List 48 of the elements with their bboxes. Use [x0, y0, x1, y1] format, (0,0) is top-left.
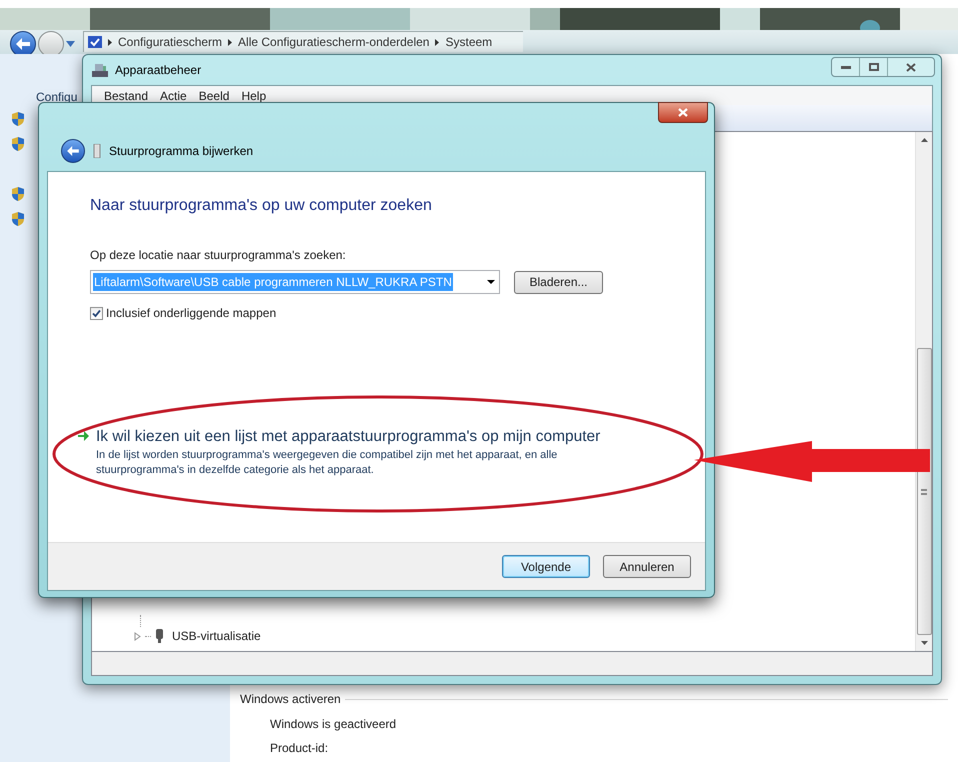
dialog-button[interactable]: Annuleren	[603, 555, 691, 578]
scroll-up-icon[interactable]	[920, 138, 928, 142]
breadcrumb-separator-icon	[435, 38, 440, 46]
page-heading: Naar stuurprogramma's op uw computer zoeken	[90, 196, 433, 216]
close-button[interactable]	[658, 102, 708, 123]
control-panel-icon	[88, 36, 102, 48]
checkbox[interactable]	[90, 306, 103, 320]
menu-item[interactable]: Beeld	[198, 86, 230, 104]
browse-button[interactable]: Bladeren...	[514, 270, 603, 294]
back-button[interactable]	[61, 139, 85, 163]
shield-icon	[12, 187, 24, 201]
arrow-left-icon	[16, 38, 30, 50]
scrollbar-thumb[interactable]	[916, 348, 932, 635]
breadcrumb-item[interactable]: Systeem	[445, 33, 492, 51]
scroll-down-icon[interactable]	[920, 641, 928, 645]
window-title: Apparaatbeheer	[115, 62, 202, 79]
breadcrumb-item[interactable]: Alle Configuratiescherm-onderdelen	[238, 33, 430, 51]
device-icon	[93, 144, 101, 158]
close-icon	[678, 108, 688, 117]
menu-item[interactable]: Actie	[160, 86, 187, 104]
tree-item[interactable]: USB-virtualisatie	[172, 627, 261, 645]
arrow-right-icon	[78, 431, 89, 441]
sidebar-heading: Configu	[36, 89, 78, 106]
shield-icon	[12, 212, 24, 226]
scrollbar[interactable]	[915, 132, 932, 651]
checkbox-label[interactable]: Inclusief onderliggende mappen	[106, 304, 276, 322]
shield-icon	[12, 137, 24, 151]
section-heading: Windows activeren	[240, 691, 341, 708]
path-label: Op deze locatie naar stuurprogramma's zoeken:	[90, 247, 347, 264]
activation-status: Windows is geactiveerd	[270, 716, 396, 733]
product-id-label: Product-id:	[270, 740, 328, 757]
expand-triangle-icon[interactable]	[134, 632, 141, 640]
shield-icon	[12, 112, 24, 126]
option-description: In de lijst worden stuurprogramma's weergegeven die compatibel zijn met het apparaat, en alle stuurprogramma's in dezelfde categorie als het apparaat.	[96, 448, 558, 478]
arrow-left-icon	[67, 146, 79, 156]
dialog-button[interactable]: Volgende	[502, 555, 590, 578]
dropdown-caret-icon[interactable]	[487, 280, 495, 284]
device-manager-icon	[91, 62, 109, 78]
breadcrumb-separator-icon	[108, 38, 112, 46]
close-icon	[906, 62, 916, 72]
breadcrumb-separator-icon	[228, 38, 232, 46]
usb-plug-icon	[155, 629, 164, 643]
breadcrumb-item[interactable]: Configuratiescherm	[118, 33, 222, 51]
option-link[interactable]: Ik wil kiezen uit een lijst met apparaatstuurprogramma's op mijn computer	[96, 426, 636, 447]
menu-item[interactable]: Bestand	[104, 86, 148, 104]
address-bar[interactable]: Configuratiescherm Alle Configuratiescherm-onderdelen Systeem	[83, 31, 523, 52]
dialog-title: Stuurprogramma bijwerken	[109, 143, 254, 160]
menu-item[interactable]: Help	[241, 86, 266, 104]
